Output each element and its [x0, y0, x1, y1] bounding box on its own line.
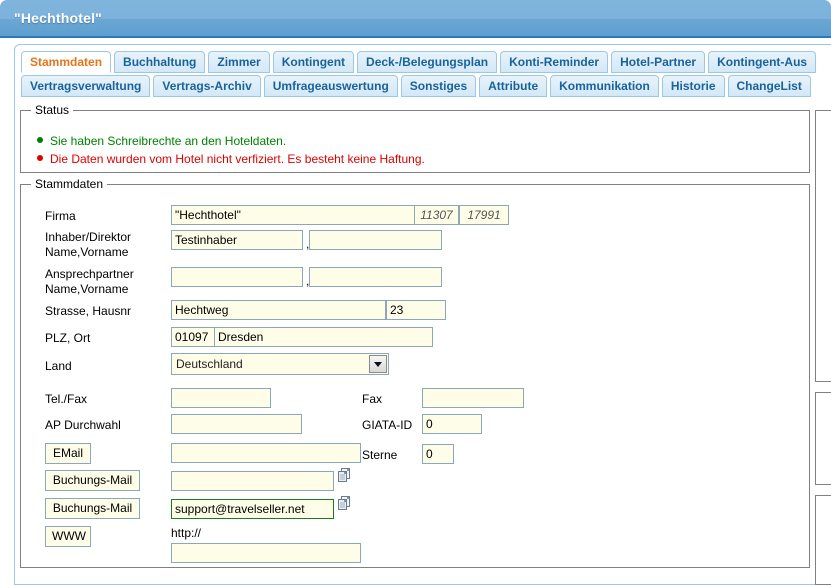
tab-kontingent-auswertung[interactable]: Kontingent-Aus — [708, 51, 817, 73]
inhaber-vorname-input[interactable] — [309, 230, 442, 250]
status-message-write-access: Sie haben Schreibrechte an den Hoteldate… — [37, 134, 286, 148]
tab-historie[interactable]: Historie — [661, 75, 725, 97]
plz-input[interactable] — [171, 327, 215, 347]
tab-umfrageauswertung[interactable]: Umfrageauswertung — [263, 75, 398, 97]
strasse-input[interactable] — [171, 300, 386, 320]
label-ansprechpartner-line1: Ansprechpartner — [45, 267, 134, 281]
land-selected-value: Deutschland — [176, 357, 243, 371]
label-sterne: Sterne — [362, 448, 398, 462]
tab-kommunikation[interactable]: Kommunikation — [550, 75, 659, 97]
label-firma: Firma — [45, 209, 76, 223]
label-ansprechpartner-line2: Name,Vorname — [45, 282, 129, 296]
copy-icon[interactable] — [337, 495, 353, 511]
ap-durchwahl-input[interactable] — [171, 414, 302, 434]
tab-hotel-partner[interactable]: Hotel-Partner — [611, 51, 706, 73]
buchungs-mail-input-2[interactable] — [171, 499, 334, 519]
ansprechpartner-vorname-input[interactable] — [309, 267, 442, 287]
tab-deck-belegungsplan[interactable]: Deck-/Belegungsplan — [357, 51, 498, 73]
right-panel-2 — [815, 392, 831, 485]
window-titlebar: "Hechthotel" — [0, 0, 831, 38]
label-strasse: Strasse, Hausnr — [45, 304, 132, 318]
email-button[interactable]: EMail — [45, 443, 91, 464]
www-button[interactable]: WWW — [45, 526, 91, 547]
label-tel-fax: Tel./Fax — [45, 392, 88, 406]
label-plz-ort: PLZ, Ort — [45, 331, 91, 345]
chevron-down-icon[interactable] — [369, 355, 387, 373]
label-inhaber-line2: Name,Vorname — [45, 245, 129, 259]
buchungs-mail-button-1[interactable]: Buchungs-Mail — [45, 470, 140, 491]
tab-row-primary: Stammdaten Buchhaltung Zimmer Kontingent… — [21, 51, 819, 73]
right-panel-1 — [815, 110, 831, 382]
stammdaten-section: Stammdaten Firma Inhaber/Direktor Name,V… — [20, 177, 810, 568]
tab-attribute[interactable]: Attribute — [479, 75, 548, 97]
buchungs-mail-input-1[interactable] — [171, 471, 334, 491]
firma-id2-readonly — [459, 205, 509, 225]
tab-row-secondary: Vertragsverwaltung Vertrags-Archiv Umfra… — [21, 75, 814, 97]
firma-input[interactable] — [171, 205, 433, 225]
status-ok-text: Sie haben Schreibrechte an den Hoteldate… — [50, 134, 287, 148]
www-protocol-text: http:// — [171, 526, 202, 540]
stammdaten-legend: Stammdaten — [31, 177, 108, 191]
tab-konti-reminder[interactable]: Konti-Reminder — [500, 51, 609, 73]
bullet-red-icon — [37, 155, 43, 161]
tab-kontingent[interactable]: Kontingent — [272, 51, 355, 73]
right-panel-3 — [815, 495, 831, 585]
buchungs-mail-button-2[interactable]: Buchungs-Mail — [45, 498, 140, 519]
ort-input[interactable] — [214, 327, 433, 347]
status-err-text: Die Daten wurden vom Hotel nicht verfizi… — [50, 152, 425, 166]
sterne-input[interactable] — [422, 444, 454, 464]
status-legend: Status — [31, 103, 74, 117]
copy-icon[interactable] — [337, 467, 353, 483]
window-title: "Hechthotel" — [14, 10, 103, 26]
hausnummer-input[interactable] — [386, 300, 446, 320]
inhaber-name-input[interactable] — [171, 230, 303, 250]
tab-zimmer[interactable]: Zimmer — [208, 51, 270, 73]
label-ap-durchwahl: AP Durchwahl — [45, 418, 121, 432]
status-message-not-verified: Die Daten wurden vom Hotel nicht verfizi… — [37, 152, 425, 166]
giata-id-input[interactable] — [422, 414, 482, 434]
firma-id1-readonly — [414, 205, 459, 225]
label-fax: Fax — [362, 392, 383, 406]
tab-vertrags-archiv[interactable]: Vertrags-Archiv — [153, 75, 261, 97]
tab-vertragsverwaltung[interactable]: Vertragsverwaltung — [21, 75, 151, 97]
land-select[interactable]: Deutschland — [171, 353, 389, 375]
email-input[interactable] — [171, 443, 361, 463]
tab-buchhaltung[interactable]: Buchhaltung — [114, 51, 206, 73]
tab-stammdaten[interactable]: Stammdaten — [21, 51, 112, 73]
fax-input[interactable] — [422, 388, 524, 408]
label-giata-id: GIATA-ID — [362, 418, 413, 432]
status-section: Status Sie haben Schreibrechte an den Ho… — [20, 103, 810, 173]
ansprechpartner-name-input[interactable] — [171, 267, 303, 287]
telefon-input[interactable] — [171, 388, 271, 408]
www-input[interactable] — [171, 543, 361, 563]
tab-changelist[interactable]: ChangeList — [727, 75, 811, 97]
label-land: Land — [45, 359, 72, 373]
tab-sonstiges[interactable]: Sonstiges — [400, 75, 477, 97]
bullet-green-icon — [37, 137, 43, 143]
label-inhaber-line1: Inhaber/Direktor — [45, 230, 132, 244]
